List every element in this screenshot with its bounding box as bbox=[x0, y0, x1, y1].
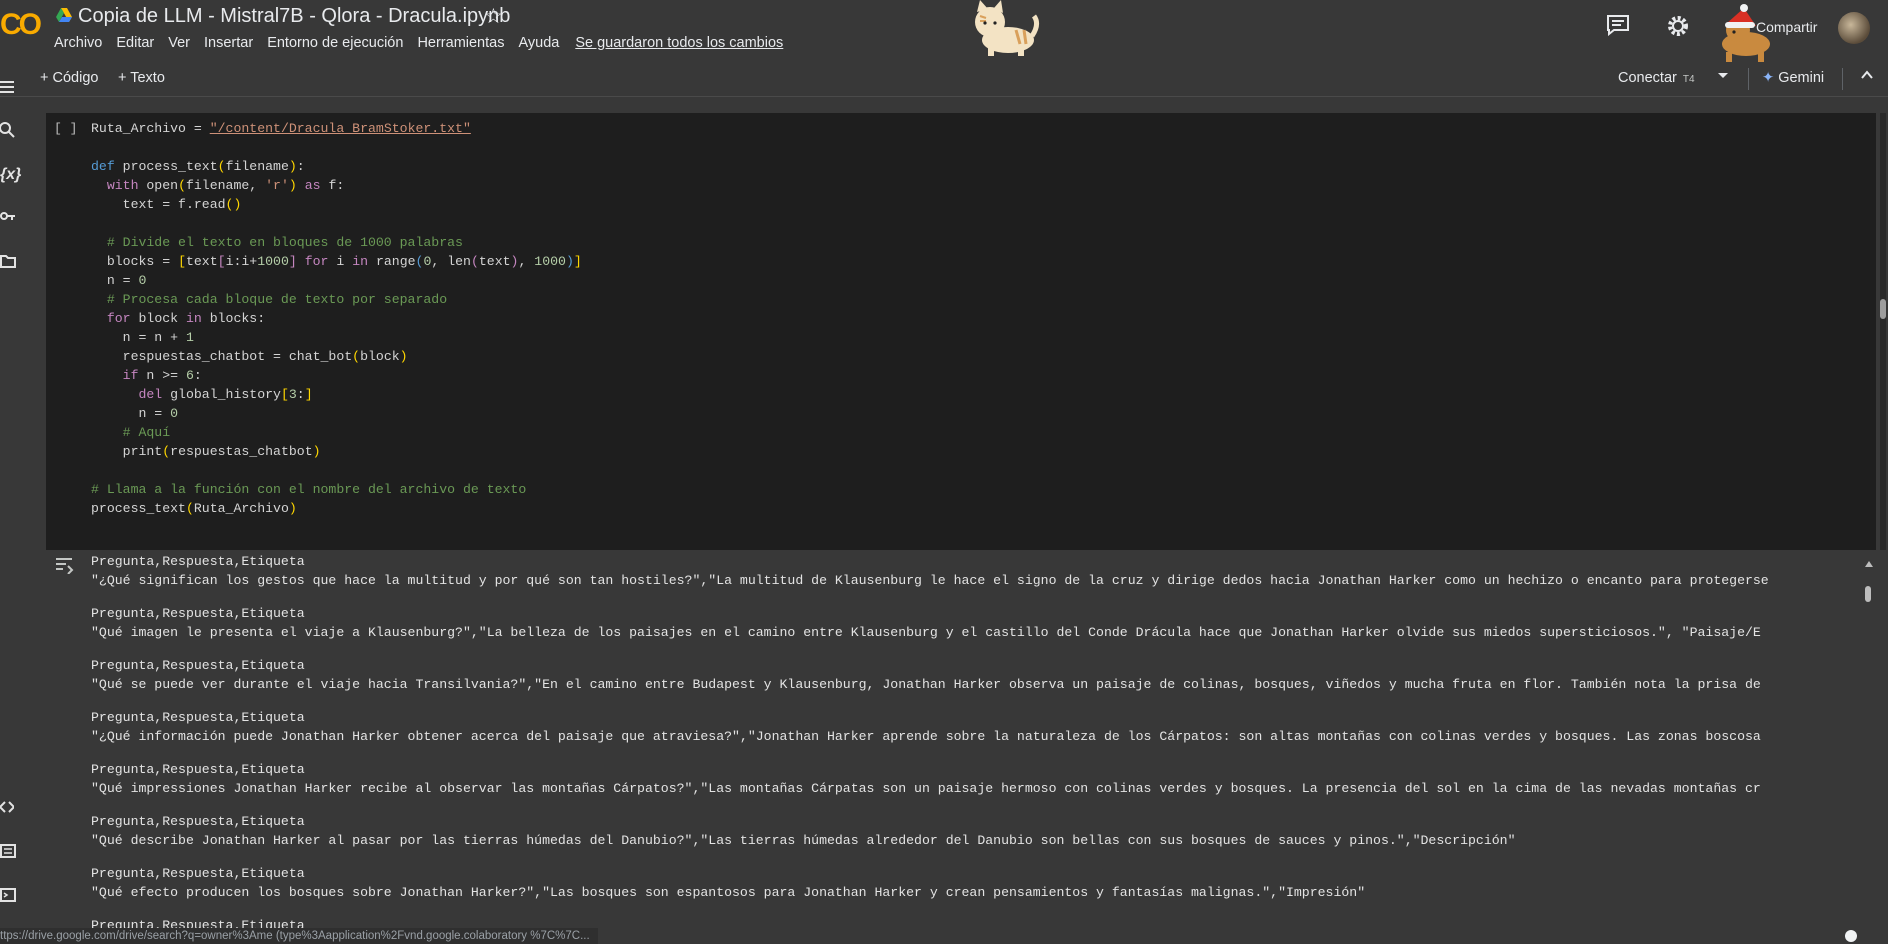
output-entry: Pregunta,Respuesta,Etiqueta "Qué impressi… bbox=[91, 760, 1863, 798]
menu-herramientas[interactable]: Herramientas bbox=[417, 35, 504, 51]
table-of-contents-icon[interactable] bbox=[0, 80, 14, 99]
save-status-link[interactable]: Se guardaron todos los cambios bbox=[575, 35, 783, 51]
variables-icon[interactable]: {x} bbox=[0, 166, 21, 184]
page-scrollbar[interactable] bbox=[1880, 113, 1886, 550]
output-header-line: Pregunta,Respuesta,Etiqueta bbox=[91, 658, 305, 673]
notebook-toolbar: + Código + Texto Conectar T4 ✦ Gemini bbox=[0, 62, 1888, 97]
code-editor[interactable]: Ruta_Archivo = "/content/Dracula_BramSto… bbox=[91, 119, 582, 518]
add-text-button[interactable]: + Texto bbox=[118, 70, 165, 86]
colab-logo[interactable]: CO bbox=[0, 8, 42, 42]
gemini-label: Gemini bbox=[1778, 70, 1825, 86]
terminal-icon[interactable] bbox=[0, 888, 16, 907]
output-scrollbar[interactable] bbox=[1864, 554, 1873, 926]
output-row: "Qué describe Jonathan Harker al pasar p… bbox=[91, 833, 1516, 848]
cell-output: Pregunta,Respuesta,Etiqueta "¿Qué signifi… bbox=[91, 552, 1863, 932]
output-row: "¿Qué significan los gestos que hace la … bbox=[91, 573, 1769, 588]
output-actions-icon[interactable] bbox=[54, 556, 74, 579]
chevron-down-icon[interactable] bbox=[1716, 68, 1730, 86]
toolbar-divider bbox=[1748, 68, 1749, 90]
output-row: "Qué imagen le presenta el viaje a Klaus… bbox=[91, 625, 1761, 640]
menu-editar[interactable]: Editar bbox=[116, 35, 154, 51]
google-drive-icon[interactable] bbox=[56, 8, 72, 27]
output-entry: Pregunta,Respuesta,Etiqueta "Qué efecto p… bbox=[91, 864, 1863, 902]
output-header-line: Pregunta,Respuesta,Etiqueta bbox=[91, 762, 305, 777]
output-entry: Pregunta,Respuesta,Etiqueta "¿Qué signifi… bbox=[91, 552, 1863, 590]
output-row: "Qué impressiones Jonathan Harker recibe… bbox=[91, 781, 1761, 796]
output-header-line: Pregunta,Respuesta,Etiqueta bbox=[91, 866, 305, 881]
star-icon[interactable]: ☆ bbox=[484, 4, 503, 29]
output-header-line: Pregunta,Respuesta,Etiqueta bbox=[91, 814, 305, 829]
dog-santa-hat-icon bbox=[1716, 0, 1776, 67]
output-header-line: Pregunta,Respuesta,Etiqueta bbox=[91, 554, 305, 569]
gemini-button[interactable]: ✦ Gemini bbox=[1762, 70, 1824, 86]
top-bar: CO Copia de LLM - Mistral7B - Qlora - Dr… bbox=[0, 0, 1888, 62]
output-header-line: Pregunta,Respuesta,Etiqueta bbox=[91, 710, 305, 725]
output-entry: Pregunta,Respuesta,Etiqueta "Qué se puede… bbox=[91, 656, 1863, 694]
cat-mascot-icon bbox=[968, 0, 1040, 63]
user-avatar[interactable] bbox=[1838, 12, 1870, 44]
run-cell-button[interactable]: [ ] bbox=[54, 121, 77, 136]
status-indicator-dot bbox=[1845, 930, 1857, 942]
output-row: "Qué se puede ver durante el viaje hacia… bbox=[91, 677, 1761, 692]
output-entry: Pregunta,Respuesta,Etiqueta "¿Qué informa… bbox=[91, 708, 1863, 746]
output-row: "Qué efecto producen los bosques sobre J… bbox=[91, 885, 1366, 900]
left-sidebar: {x} bbox=[0, 62, 22, 944]
files-folder-icon[interactable] bbox=[0, 254, 16, 273]
menu-ver[interactable]: Ver bbox=[168, 35, 190, 51]
toolbar-divider bbox=[1842, 68, 1843, 90]
menu-insertar[interactable]: Insertar bbox=[204, 35, 253, 51]
menu-ayuda[interactable]: Ayuda bbox=[518, 35, 559, 51]
menu-archivo[interactable]: Archivo bbox=[54, 35, 102, 51]
runtime-type-label: T4 bbox=[1682, 74, 1695, 85]
gemini-sparkle-icon: ✦ bbox=[1762, 70, 1775, 86]
collapse-header-icon[interactable] bbox=[1860, 68, 1874, 86]
output-entry: Pregunta,Respuesta,Etiqueta "Qué describe… bbox=[91, 812, 1863, 850]
connect-runtime-button[interactable]: Conectar T4 bbox=[1618, 70, 1695, 86]
output-header-line: Pregunta,Respuesta,Etiqueta bbox=[91, 606, 305, 621]
menu-entorno[interactable]: Entorno de ejecución bbox=[267, 35, 403, 51]
output-scrollbar-thumb[interactable] bbox=[1865, 586, 1871, 602]
notebook-title[interactable]: Copia de LLM - Mistral7B - Qlora - Dracu… bbox=[78, 5, 510, 28]
connect-label: Conectar bbox=[1618, 70, 1677, 86]
page-scrollbar-thumb[interactable] bbox=[1880, 299, 1886, 319]
menu-bar: Archivo Editar Ver Insertar Entorno de e… bbox=[54, 35, 783, 51]
search-icon[interactable] bbox=[0, 122, 16, 143]
comments-icon[interactable] bbox=[1606, 14, 1630, 41]
output-row: "¿Qué información puede Jonathan Harker … bbox=[91, 729, 1761, 744]
command-palette-icon[interactable] bbox=[0, 844, 16, 863]
secrets-key-icon[interactable] bbox=[0, 210, 16, 229]
scroll-up-arrow-icon[interactable] bbox=[1865, 554, 1873, 572]
code-snippets-icon[interactable] bbox=[0, 800, 16, 819]
add-code-button[interactable]: + Código bbox=[40, 70, 98, 86]
output-entry: Pregunta,Respuesta,Etiqueta "Qué imagen l… bbox=[91, 604, 1863, 642]
link-status-bar: ttps://drive.google.com/drive/search?q=o… bbox=[0, 928, 598, 944]
settings-gear-icon[interactable] bbox=[1666, 14, 1690, 43]
